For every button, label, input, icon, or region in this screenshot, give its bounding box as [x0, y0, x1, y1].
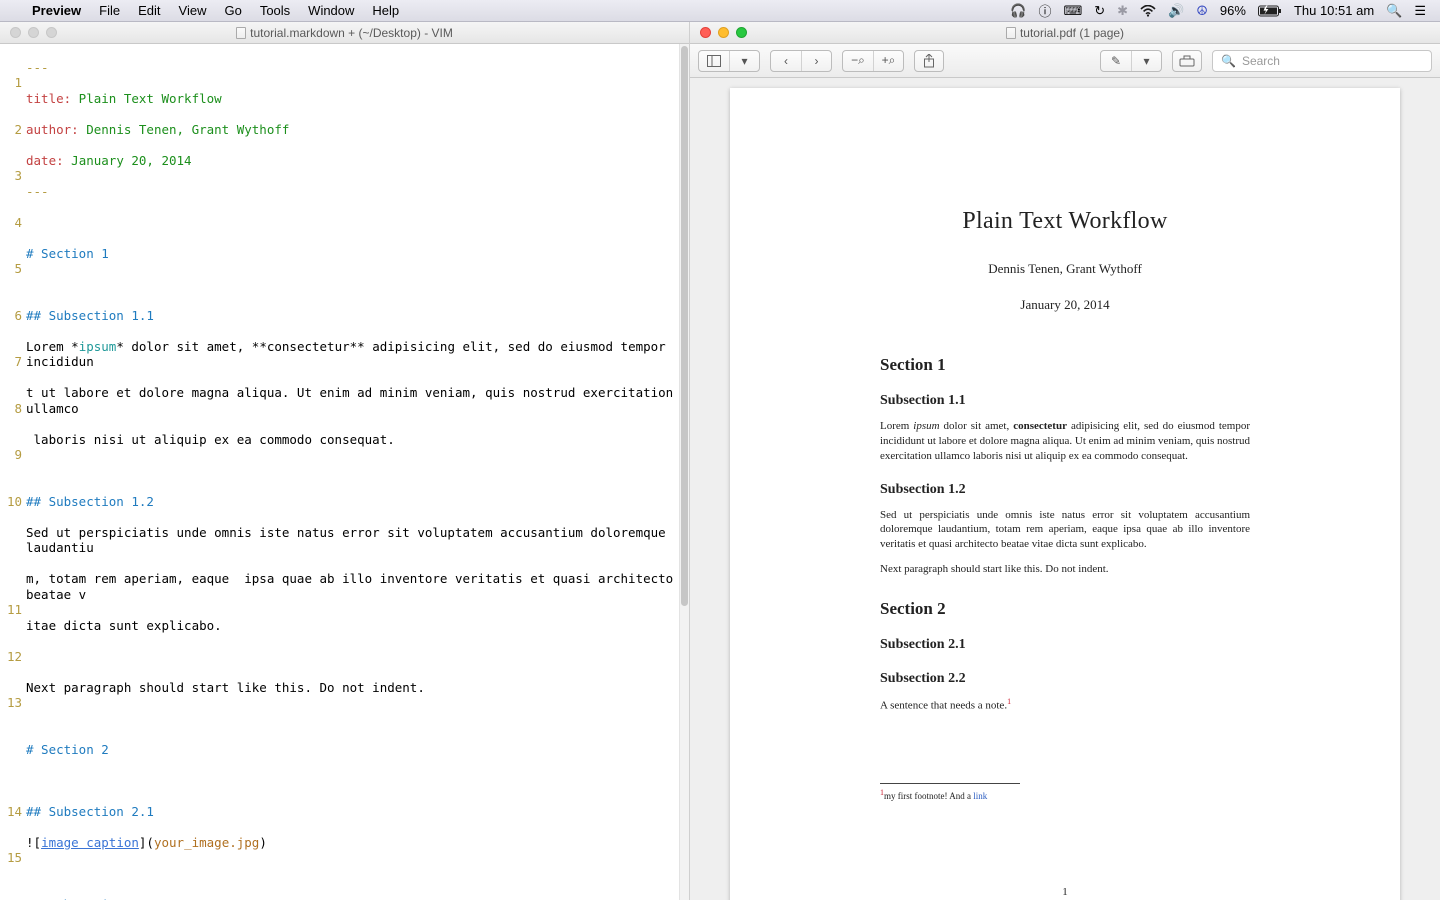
- paragraph: Next paragraph should start like this. D…: [880, 562, 1250, 577]
- sidebar-view-button[interactable]: ▾: [698, 50, 760, 72]
- close-icon[interactable]: [10, 27, 21, 38]
- subsection-heading: Subsection 2.2: [880, 671, 1250, 687]
- subsection-heading: Subsection 1.1: [880, 393, 1250, 409]
- menu-help[interactable]: Help: [372, 3, 399, 18]
- headphones-icon[interactable]: 🎧: [1010, 3, 1026, 19]
- chevron-down-icon: ▾: [1131, 51, 1161, 71]
- section-heading: Section 1: [880, 355, 1250, 375]
- maximize-icon[interactable]: [46, 27, 57, 38]
- search-input[interactable]: 🔍 Search: [1212, 50, 1432, 72]
- preview-toolbar: ▾ ‹ › −⌕ +⌕ ✎ ▾ 🔍 Search: [690, 44, 1440, 78]
- code-area[interactable]: --- title: Plain Text Workflow author: D…: [26, 44, 689, 900]
- paragraph: A sentence that needs a note.1: [880, 697, 1250, 714]
- close-icon[interactable]: [700, 27, 711, 38]
- scroll-thumb[interactable]: [681, 46, 688, 606]
- maximize-icon[interactable]: [736, 27, 747, 38]
- menu-app[interactable]: Preview: [32, 3, 81, 18]
- doc-author: Dennis Tenen, Grant Wythoff: [880, 261, 1250, 277]
- menu-go[interactable]: Go: [224, 3, 241, 18]
- search-placeholder: Search: [1242, 54, 1280, 68]
- menu-list-icon[interactable]: ☰: [1414, 3, 1426, 19]
- clock[interactable]: Thu 10:51 am: [1294, 3, 1374, 18]
- peace-icon[interactable]: ☮: [1196, 3, 1208, 19]
- vim-editor[interactable]: 1 2 3 4 5 6 7 8 9 10 11 12 13 14 15 16 1…: [0, 44, 689, 900]
- zoom-out-button: −⌕: [843, 51, 873, 71]
- menu-view[interactable]: View: [179, 3, 207, 18]
- pdf-viewport[interactable]: Plain Text Workflow Dennis Tenen, Grant …: [690, 78, 1440, 900]
- menu-file[interactable]: File: [99, 3, 120, 18]
- keyboard-icon[interactable]: ⌨: [1063, 3, 1082, 19]
- footnote-link: link: [973, 791, 987, 801]
- preview-title: tutorial.pdf (1 page): [1020, 26, 1124, 40]
- battery-percent: 96%: [1220, 3, 1246, 18]
- subsection-heading: Subsection 2.1: [880, 637, 1250, 653]
- menu-window[interactable]: Window: [308, 3, 354, 18]
- menubar: Preview File Edit View Go Tools Window H…: [0, 0, 1440, 22]
- preview-window: tutorial.pdf (1 page) ▾ ‹ › −⌕ +⌕ ✎ ▾ 🔍 …: [690, 22, 1440, 900]
- page-number: 1: [730, 886, 1400, 898]
- forward-button: ›: [801, 51, 831, 71]
- wifi-icon[interactable]: [1140, 5, 1156, 17]
- doc-icon: [236, 27, 246, 39]
- menu-tools[interactable]: Tools: [260, 3, 290, 18]
- footnote-ref: 1: [1007, 697, 1011, 706]
- doc-title: Plain Text Workflow: [880, 208, 1250, 235]
- back-button: ‹: [771, 51, 801, 71]
- vim-window: tutorial.markdown + (~/Desktop) - VIM 1 …: [0, 22, 690, 900]
- chevron-down-icon: ▾: [729, 51, 759, 71]
- footnote: 1my first footnote! And a link: [880, 788, 1250, 801]
- paragraph: Sed ut perspiciatis unde omnis iste natu…: [880, 508, 1250, 553]
- minimize-icon[interactable]: [718, 27, 729, 38]
- line-gutter: 1 2 3 4 5 6 7 8 9 10 11 12 13 14 15 16 1…: [0, 44, 26, 900]
- footnote-rule: [880, 783, 1020, 784]
- battery-icon[interactable]: [1258, 5, 1282, 17]
- paragraph: Lorem ipsum dolor sit amet, consectetur …: [880, 419, 1250, 464]
- subsection-heading: Subsection 1.2: [880, 482, 1250, 498]
- timemachine-icon[interactable]: ↻: [1094, 3, 1105, 19]
- info-icon[interactable]: ⓘ: [1038, 1, 1051, 20]
- pdf-page: Plain Text Workflow Dennis Tenen, Grant …: [730, 88, 1400, 900]
- share-button[interactable]: [914, 50, 944, 72]
- section-heading: Section 2: [880, 599, 1250, 619]
- vim-title: tutorial.markdown + (~/Desktop) - VIM: [250, 26, 453, 40]
- zoom-buttons[interactable]: −⌕ +⌕: [842, 50, 904, 72]
- zoom-in-button: +⌕: [873, 51, 903, 71]
- search-icon: 🔍: [1221, 54, 1236, 68]
- toolbox-button[interactable]: [1172, 50, 1202, 72]
- pdf-icon: [1006, 27, 1016, 39]
- vim-titlebar[interactable]: tutorial.markdown + (~/Desktop) - VIM: [0, 22, 689, 44]
- minimize-icon[interactable]: [28, 27, 39, 38]
- scrollbar[interactable]: [679, 44, 689, 900]
- volume-icon[interactable]: 🔊: [1168, 3, 1184, 19]
- markup-button[interactable]: ✎ ▾: [1100, 50, 1162, 72]
- nav-buttons[interactable]: ‹ ›: [770, 50, 832, 72]
- doc-date: January 20, 2014: [880, 297, 1250, 313]
- preview-titlebar[interactable]: tutorial.pdf (1 page): [690, 22, 1440, 44]
- pencil-icon: ✎: [1101, 51, 1131, 71]
- spotlight-icon[interactable]: 🔍: [1386, 3, 1402, 19]
- bluetooth-icon[interactable]: ✱: [1117, 3, 1128, 19]
- menu-edit[interactable]: Edit: [138, 3, 160, 18]
